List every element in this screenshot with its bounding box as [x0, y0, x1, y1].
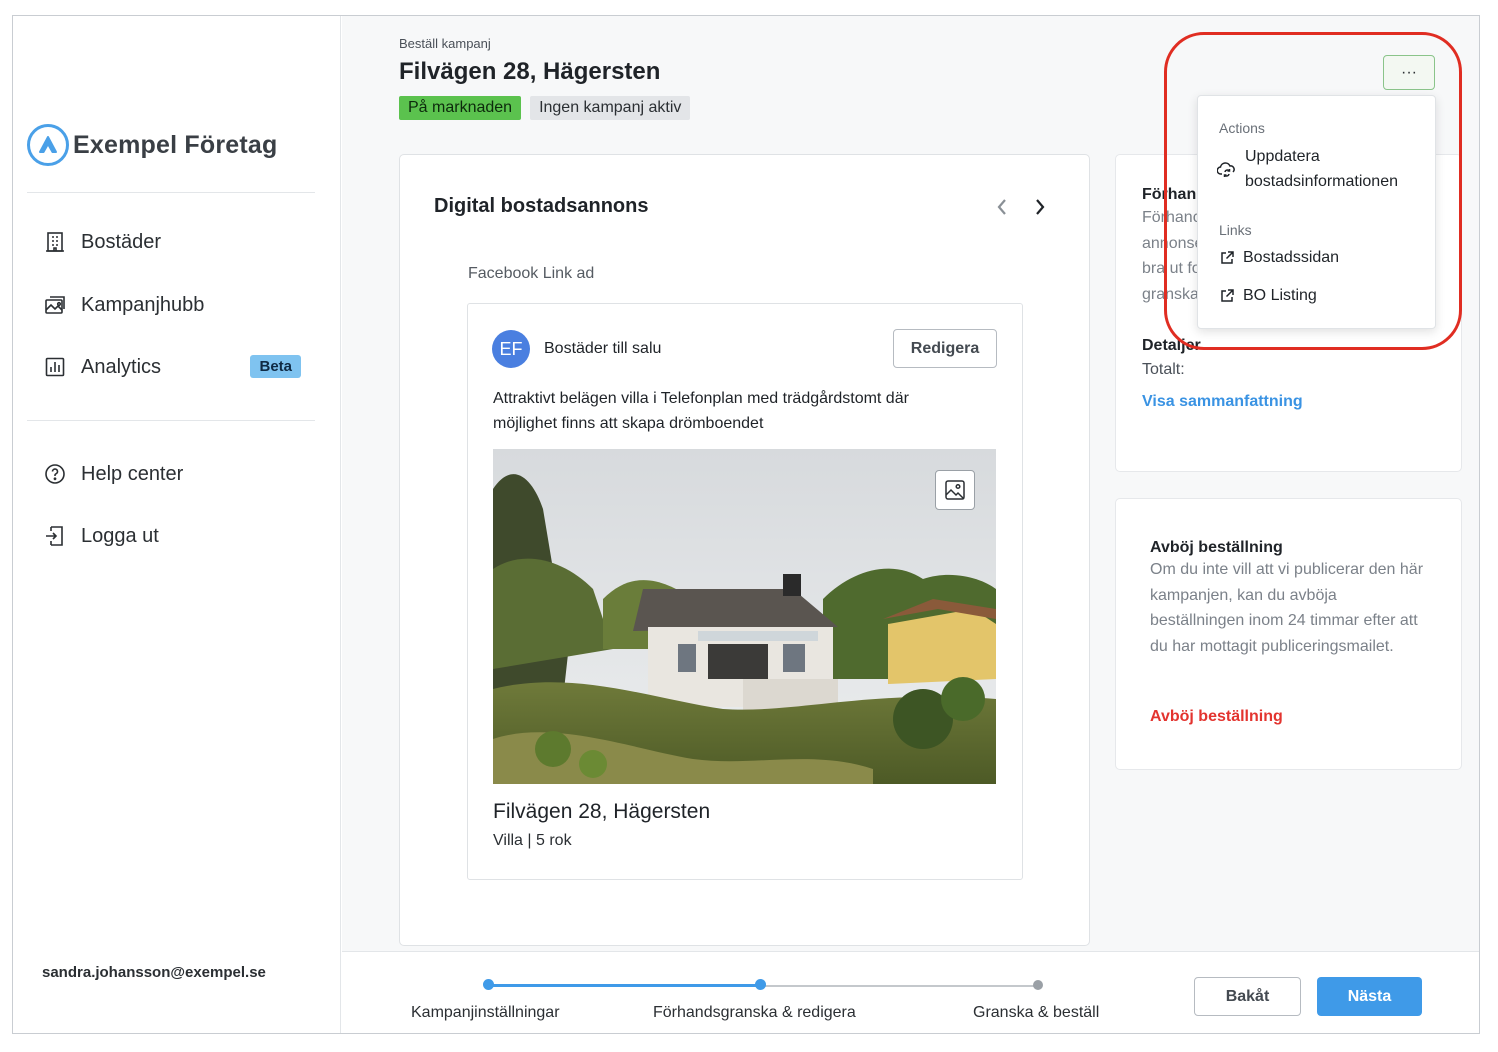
- company-name: Exempel Företag: [73, 130, 278, 159]
- decline-order-card: Avböj beställning Om du inte vill att vi…: [1115, 498, 1462, 770]
- sidebar-divider: [27, 192, 315, 193]
- ad-image: [493, 449, 996, 784]
- preview-title: Digital bostadsannons: [434, 195, 649, 217]
- stepper-progress-complete: [488, 984, 760, 987]
- edit-button[interactable]: Redigera: [893, 329, 997, 368]
- total-label: Totalt:: [1142, 361, 1185, 378]
- preview-info-line: bra ut fo: [1142, 260, 1201, 277]
- more-horizontal-icon: ···: [1401, 63, 1417, 81]
- menu-item-label-line: bostadsinformationen: [1245, 173, 1398, 190]
- ad-page-name: Bostäder till salu: [544, 340, 662, 357]
- user-email: sandra.johansson@exempel.se: [42, 964, 266, 981]
- status-badge-no-campaign: Ingen kampanj aktiv: [530, 96, 691, 120]
- decline-title: Avböj beställning: [1150, 539, 1283, 556]
- cloud-refresh-icon: [1217, 157, 1237, 182]
- chevron-left-icon[interactable]: [993, 193, 1011, 221]
- actions-dropdown-menu: Actions Uppdatera bostadsinformationen L…: [1197, 95, 1436, 329]
- ad-type-label: Facebook Link ad: [468, 265, 595, 282]
- menu-item-label: Bostadssidan: [1243, 249, 1340, 266]
- preview-info-line: annonse: [1142, 234, 1204, 252]
- step-dot[interactable]: [1033, 980, 1043, 990]
- sidebar-item-label: Logga ut: [81, 524, 159, 547]
- sidebar-item-label: Analytics: [81, 355, 162, 378]
- step-dot-current[interactable]: [755, 979, 766, 990]
- stepper-progress-remaining: [760, 985, 1038, 987]
- avatar: EF: [492, 330, 530, 368]
- change-image-button[interactable]: [935, 470, 975, 510]
- ad-subline: Villa | 5 rok: [493, 832, 572, 849]
- logo-icon: [27, 124, 69, 166]
- step-label-current[interactable]: Förhandsgranska & redigera: [653, 1004, 856, 1022]
- menu-item-bo-listing[interactable]: BO Listing: [1219, 283, 1317, 308]
- sidebar-item-help-center[interactable]: Help center: [43, 454, 313, 494]
- menu-item-label-line: Uppdatera: [1245, 148, 1320, 165]
- step-label[interactable]: Granska & beställ: [973, 1004, 1099, 1022]
- main-content: Beställ kampanj Filvägen 28, Hägersten P…: [342, 16, 1479, 1033]
- building-icon: [43, 230, 67, 254]
- decline-description: Om du inte vill att vi publicerar den hä…: [1150, 561, 1424, 655]
- menu-item-bostadssidan[interactable]: Bostadssidan: [1219, 245, 1339, 270]
- sidebar-item-label: Help center: [81, 462, 184, 485]
- links-section-title: Links: [1219, 222, 1252, 238]
- sidebar: Exempel Företag Bostäder Kampanjhubb Ana…: [13, 16, 341, 1033]
- external-link-icon: [1219, 283, 1235, 308]
- sidebar-item-kampanjhubb[interactable]: Kampanjhubb: [43, 285, 313, 325]
- image-icon: [945, 480, 965, 500]
- chevron-right-icon[interactable]: [1031, 193, 1049, 221]
- external-link-icon: [1219, 245, 1235, 270]
- menu-item-label: BO Listing: [1243, 287, 1317, 304]
- ad-body-text: Attraktivt belägen villa i Telefonplan m…: [493, 390, 909, 432]
- page-title: Filvägen 28, Hägersten: [399, 58, 661, 85]
- sidebar-item-label: Kampanjhubb: [81, 293, 205, 316]
- status-badge-on-market: På marknaden: [399, 96, 522, 120]
- ad-preview-card: Digital bostadsannons Facebook Link ad E…: [399, 154, 1090, 946]
- more-actions-button[interactable]: ···: [1383, 55, 1435, 90]
- preview-info-line: granska: [1142, 285, 1199, 303]
- preview-info-line: Förhanc: [1142, 209, 1201, 226]
- question-circle-icon: [43, 462, 67, 486]
- wizard-footer: Kampanjinställningar Förhandsgranska & r…: [342, 951, 1479, 1033]
- status-tags: På marknaden Ingen kampanj aktiv: [399, 96, 691, 120]
- sidebar-item-label: Bostäder: [81, 230, 162, 253]
- preview-navigation: [993, 193, 1049, 221]
- preview-info-title: Förhan: [1142, 186, 1197, 203]
- sidebar-item-logout[interactable]: Logga ut: [43, 516, 313, 556]
- company-logo[interactable]: Exempel Företag: [27, 124, 277, 166]
- actions-section-title: Actions: [1219, 120, 1265, 136]
- details-title: Detaljer: [1142, 337, 1201, 354]
- sidebar-divider: [27, 420, 315, 421]
- step-label[interactable]: Kampanjinställningar: [411, 1004, 560, 1022]
- facebook-ad-preview: EF Bostäder till salu Redigera Attraktiv…: [467, 303, 1023, 880]
- decline-order-link[interactable]: Avböj beställning: [1150, 708, 1283, 726]
- app-window: Exempel Företag Bostäder Kampanjhubb Ana…: [12, 15, 1480, 1034]
- ad-headline: Filvägen 28, Hägersten: [493, 800, 711, 823]
- step-dot[interactable]: [483, 979, 494, 990]
- next-button[interactable]: Nästa: [1317, 977, 1422, 1016]
- bar-chart-icon: [43, 355, 67, 379]
- image-gallery-icon: [43, 293, 67, 317]
- beta-badge: Beta: [250, 355, 301, 378]
- logout-icon: [43, 524, 67, 548]
- menu-item-update-property-info[interactable]: Uppdatera bostadsinformationen: [1217, 144, 1398, 194]
- breadcrumb: Beställ kampanj: [399, 36, 491, 51]
- sidebar-item-analytics[interactable]: Analytics Beta: [43, 347, 313, 387]
- sidebar-item-bostader[interactable]: Bostäder: [43, 222, 313, 262]
- back-button[interactable]: Bakåt: [1194, 977, 1301, 1016]
- view-summary-link[interactable]: Visa sammanfattning: [1142, 393, 1303, 411]
